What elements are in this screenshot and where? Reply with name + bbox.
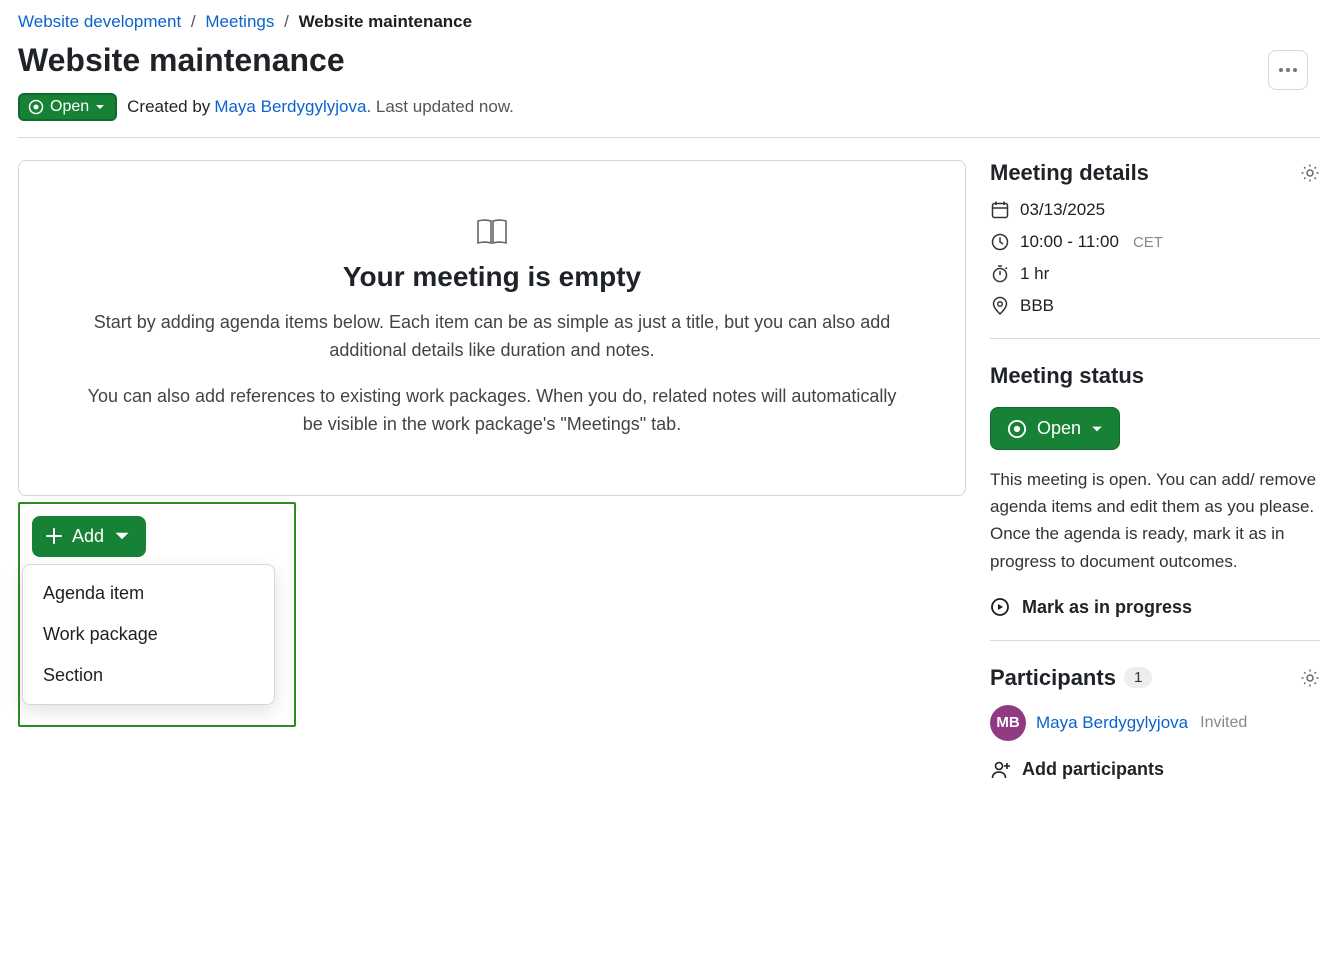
page-title: Website maintenance [18,42,1320,79]
meeting-details-heading: Meeting details [990,160,1149,186]
location-icon [990,296,1010,316]
participants-heading: Participants [990,665,1116,691]
empty-state-text-1: Start by adding agenda items below. Each… [79,309,905,365]
add-menu-work-package[interactable]: Work package [23,614,274,655]
avatar: MB [990,705,1026,741]
empty-state-title: Your meeting is empty [79,261,905,293]
meeting-duration: 1 hr [1020,264,1049,284]
add-participants-button[interactable]: Add participants [990,759,1320,781]
plus-icon [46,528,62,544]
add-menu-agenda-item[interactable]: Agenda item [23,573,274,614]
stopwatch-icon [990,264,1010,284]
add-button-highlight-box: Add Agenda item Work package Section [18,502,296,727]
participant-name-link[interactable]: Maya Berdygylyjova [1036,713,1188,733]
add-button-label: Add [72,526,104,547]
add-dropdown-menu: Agenda item Work package Section [22,564,275,705]
mark-in-progress-button[interactable]: Mark as in progress [990,597,1320,618]
breadcrumb: Website development / Meetings / Website… [18,12,1320,32]
gear-icon[interactable] [1300,668,1320,688]
divider [990,640,1320,641]
book-icon [476,217,508,245]
meeting-status-pill[interactable]: Open [990,407,1120,450]
divider [990,338,1320,339]
participant-status: Invited [1200,714,1247,732]
empty-state-card: Your meeting is empty Start by adding ag… [18,160,966,496]
chevron-down-icon [1091,423,1103,435]
meeting-status-pill-label: Open [1037,418,1081,439]
meeting-status-description: This meeting is open. You can add/ remov… [990,466,1320,575]
open-status-icon [28,99,44,115]
empty-state-text-2: You can also add references to existing … [79,383,905,439]
play-circle-icon [990,597,1010,617]
meeting-duration-row: 1 hr [990,264,1320,284]
chevron-down-icon [114,528,130,544]
clock-icon [990,232,1010,252]
meeting-date: 03/13/2025 [1020,200,1105,220]
meeting-state-pill[interactable]: Open [18,93,117,121]
created-by-label: Created by [127,97,210,117]
more-actions-button[interactable] [1268,50,1308,90]
meeting-timezone: CET [1133,234,1163,251]
last-updated-text: . Last updated now. [366,97,513,117]
participant-row: MB Maya Berdygylyjova Invited [990,705,1320,741]
meeting-state-label: Open [50,98,89,116]
meeting-status-heading: Meeting status [990,363,1320,389]
status-byline-row: Open Created by Maya Berdygylyjova . Las… [18,93,1320,138]
breadcrumb-project-link[interactable]: Website development [18,12,181,31]
meeting-location: BBB [1020,296,1054,316]
calendar-icon [990,200,1010,220]
meeting-date-row: 03/13/2025 [990,200,1320,220]
meeting-location-row: BBB [990,296,1320,316]
breadcrumb-module-link[interactable]: Meetings [205,12,274,31]
breadcrumb-separator: / [284,12,289,31]
participants-count-badge: 1 [1124,667,1152,688]
meeting-time-row: 10:00 - 11:00 CET [990,232,1320,252]
gear-icon[interactable] [1300,163,1320,183]
breadcrumb-separator: / [191,12,196,31]
chevron-down-icon [95,102,105,112]
more-horizontal-icon [1279,68,1297,72]
add-button[interactable]: Add [32,516,146,557]
person-plus-icon [990,759,1012,781]
mark-in-progress-label: Mark as in progress [1022,597,1192,618]
meeting-time: 10:00 - 11:00 [1020,232,1119,252]
add-menu-section[interactable]: Section [23,655,274,696]
add-participants-label: Add participants [1022,759,1164,780]
open-status-icon [1007,419,1027,439]
breadcrumb-current: Website maintenance [299,12,473,31]
author-link[interactable]: Maya Berdygylyjova [214,97,366,117]
